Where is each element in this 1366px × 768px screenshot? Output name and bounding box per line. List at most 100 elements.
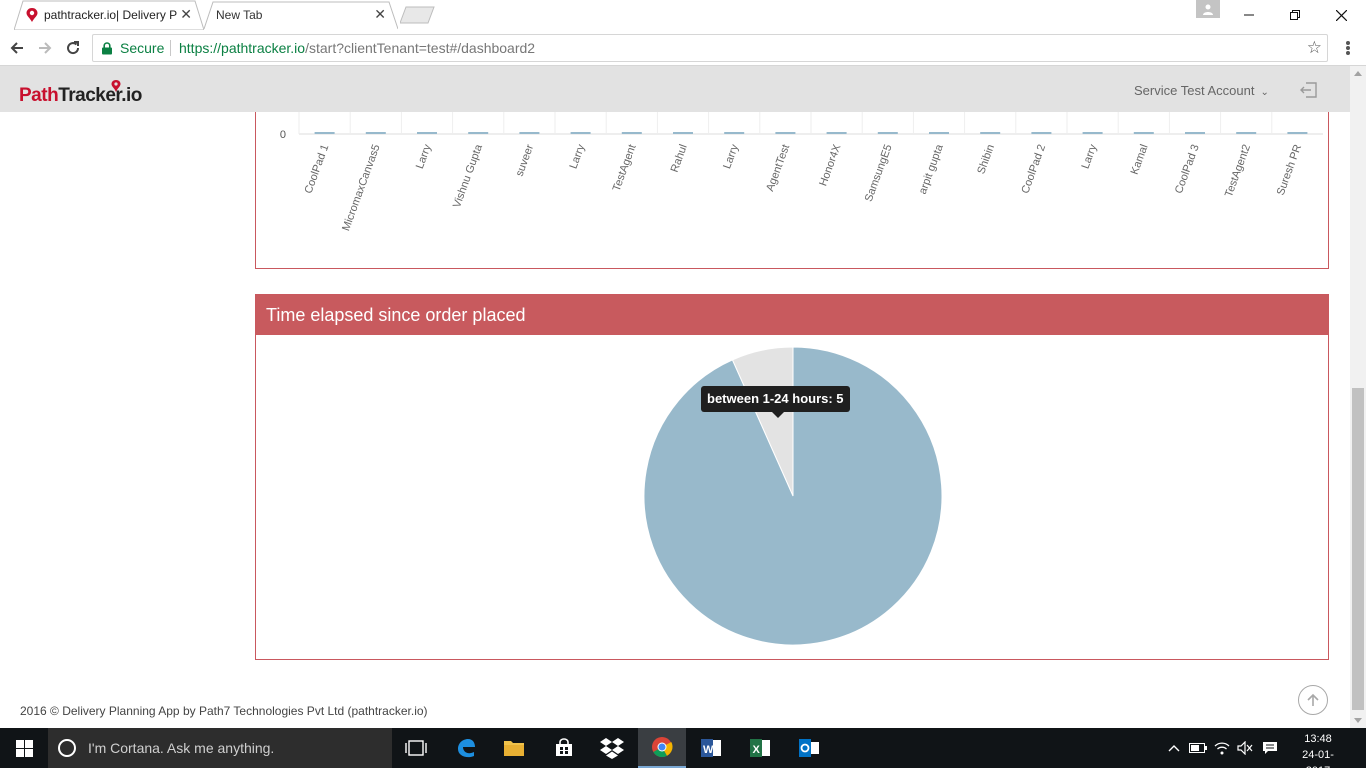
- bar[interactable]: [980, 132, 1001, 134]
- lock-icon: [102, 42, 112, 55]
- speaker-muted-icon: [1237, 741, 1253, 755]
- x-tick-label: AgentTest: [764, 143, 792, 193]
- agent-bar-chart-panel: 0 CoolPad 1 MicromaxCanvas5 Larry Vishnu Gup…: [255, 112, 1329, 269]
- browser-menu-button[interactable]: [1340, 38, 1356, 58]
- url-host: pathtracker.io: [221, 40, 306, 56]
- taskbar-excel[interactable]: X: [736, 728, 784, 768]
- bar[interactable]: [775, 132, 796, 134]
- cortana-icon: [58, 739, 76, 757]
- bar[interactable]: [1133, 132, 1154, 134]
- action-center-icon: [1263, 742, 1277, 754]
- x-tick-label: Rahul: [669, 143, 690, 174]
- footer-text: 2016 © Delivery Planning App by Path7 Te…: [20, 704, 428, 718]
- bookmark-star-icon[interactable]: ☆: [1307, 38, 1322, 58]
- minimize-button[interactable]: [1226, 0, 1272, 30]
- taskbar-word[interactable]: W: [687, 728, 735, 768]
- bar[interactable]: [468, 132, 489, 134]
- wifi-icon: [1214, 742, 1230, 755]
- back-button[interactable]: [7, 38, 27, 58]
- bar[interactable]: [417, 132, 437, 134]
- task-view-button[interactable]: [392, 728, 440, 768]
- bar[interactable]: [826, 132, 847, 134]
- account-dropdown[interactable]: Service Test Account ⌄: [1134, 83, 1269, 98]
- new-tab-button[interactable]: [400, 6, 436, 24]
- address-bar[interactable]: Secure https://pathtracker.io/start?clie…: [92, 34, 1328, 62]
- bar[interactable]: [1185, 132, 1205, 134]
- x-tick-label: Larry: [414, 142, 434, 170]
- bar[interactable]: [314, 132, 335, 134]
- scroll-down-icon[interactable]: [1354, 718, 1362, 723]
- dropbox-icon: [600, 738, 624, 759]
- taskbar-outlook[interactable]: [785, 728, 833, 768]
- bar[interactable]: [621, 132, 642, 134]
- taskbar-chrome[interactable]: [638, 728, 686, 768]
- taskbar-store[interactable]: [540, 728, 588, 768]
- taskbar-clock[interactable]: 13:48 24-01-2017: [1290, 731, 1346, 768]
- x-tick-label: Honor4X: [817, 142, 843, 188]
- user-icon: [1203, 4, 1213, 15]
- restore-button[interactable]: [1272, 0, 1318, 30]
- scroll-to-top-button[interactable]: [1298, 685, 1328, 715]
- bar[interactable]: [1082, 132, 1103, 134]
- bar[interactable]: [724, 132, 745, 134]
- bar[interactable]: [570, 132, 591, 134]
- bar[interactable]: [1287, 132, 1308, 134]
- tray-volume[interactable]: [1235, 728, 1255, 768]
- close-window-button[interactable]: [1318, 0, 1364, 30]
- bar[interactable]: [1031, 132, 1052, 134]
- scroll-up-icon[interactable]: [1354, 71, 1362, 76]
- taskbar-file-explorer[interactable]: [490, 728, 538, 768]
- url-text[interactable]: https://pathtracker.io/start?clientTenan…: [179, 40, 535, 56]
- logout-icon[interactable]: [1299, 80, 1319, 100]
- minimize-icon: [1244, 14, 1254, 16]
- scrollbar-thumb[interactable]: [1352, 388, 1364, 710]
- reload-button[interactable]: [63, 38, 83, 58]
- taskbar-dropbox[interactable]: [588, 728, 636, 768]
- tray-action-center[interactable]: [1260, 728, 1280, 768]
- x-tick-label: CoolPad 2: [1019, 143, 1048, 195]
- menu-dot: [1346, 41, 1350, 45]
- tab-title: New Tab: [216, 8, 263, 22]
- bar[interactable]: [1236, 132, 1257, 134]
- browser-tab-pathtracker[interactable]: pathtracker.io| Delivery P ✕: [14, 0, 204, 30]
- clock-time: 13:48: [1304, 733, 1332, 745]
- tab-title: pathtracker.io| Delivery P: [44, 8, 178, 22]
- x-tick-label: Larry: [568, 142, 588, 170]
- url-scheme: https://: [179, 40, 222, 56]
- x-tick-label: CoolPad 3: [1173, 143, 1202, 195]
- x-tick-label: MicromaxCanvas5: [340, 143, 382, 233]
- x-tick-label: suveer: [514, 143, 537, 178]
- bar[interactable]: [519, 132, 540, 134]
- secure-label: Secure: [120, 40, 165, 56]
- pathtracker-logo[interactable]: PathTracker.io: [19, 80, 142, 107]
- cortana-search-box[interactable]: I'm Cortana. Ask me anything.: [48, 728, 392, 768]
- forward-button[interactable]: [35, 38, 55, 58]
- browser-tab-new-tab[interactable]: New Tab ✕: [204, 0, 398, 30]
- pie-chart-svg: [643, 346, 943, 646]
- restore-icon: [1290, 10, 1300, 20]
- tray-battery[interactable]: [1188, 728, 1208, 768]
- page-scrollbar[interactable]: [1350, 66, 1366, 728]
- profile-button[interactable]: [1196, 0, 1220, 18]
- menu-dot: [1346, 51, 1350, 55]
- x-tick-label: SamsungE5: [863, 143, 895, 203]
- bar[interactable]: [929, 132, 949, 134]
- folder-icon: [504, 741, 524, 756]
- start-button[interactable]: [0, 728, 48, 768]
- panel-title: Time elapsed since order placed: [256, 295, 1328, 335]
- pie-tooltip: between 1-24 hours: 5: [701, 386, 850, 418]
- tab-close-icon[interactable]: ✕: [180, 6, 192, 22]
- bar[interactable]: [673, 132, 693, 134]
- logo-text-tracker: Tracker.io: [58, 85, 142, 106]
- taskbar-edge[interactable]: [442, 728, 490, 768]
- arrow-right-icon: [39, 42, 52, 54]
- x-tick-label: TestAgent: [611, 143, 639, 193]
- tab-close-icon[interactable]: ✕: [374, 6, 386, 22]
- arrow-left-icon: [10, 42, 23, 54]
- y-tick-label: 0: [280, 129, 286, 141]
- bar[interactable]: [877, 132, 898, 134]
- battery-icon: [1189, 743, 1207, 753]
- bar[interactable]: [365, 132, 386, 134]
- tray-wifi[interactable]: [1212, 728, 1232, 768]
- tray-overflow-button[interactable]: [1164, 728, 1184, 768]
